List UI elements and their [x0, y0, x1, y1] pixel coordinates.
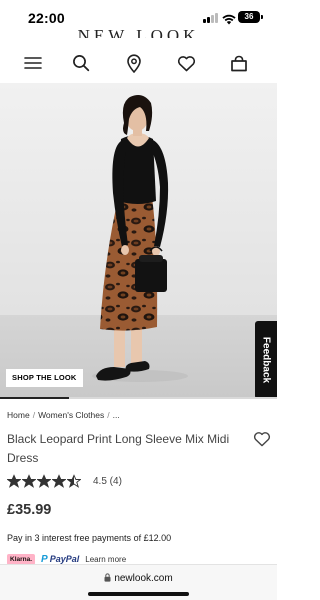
rating-star	[52, 474, 67, 488]
product-rating[interactable]: 4.5 (4)	[7, 473, 122, 489]
store-locator-icon[interactable]	[123, 52, 145, 74]
battery-icon: 36	[238, 11, 263, 23]
model-photo	[0, 83, 277, 397]
breadcrumb: Home / Women's Clothes /...	[7, 410, 120, 420]
paypal-icon: P	[41, 553, 48, 565]
search-icon[interactable]	[70, 52, 92, 74]
shop-the-look-button[interactable]: SHOP THE LOOK	[6, 369, 83, 387]
url-display[interactable]: newlook.com	[0, 573, 277, 584]
rating-summary: 4.5 (4)	[93, 475, 122, 487]
brand-logo-text: NEW LOOK	[77, 28, 200, 38]
lock-icon	[104, 573, 111, 582]
rating-star	[7, 474, 22, 488]
wishlist-icon[interactable]	[175, 52, 197, 74]
breadcrumb-womens-clothes[interactable]: Women's Clothes	[38, 410, 104, 420]
paypal-label: PayPal	[49, 554, 80, 564]
add-to-wishlist-button[interactable]	[252, 430, 272, 448]
signal-icon	[203, 13, 219, 23]
battery-level: 36	[244, 12, 254, 21]
home-indicator[interactable]	[88, 592, 189, 596]
breadcrumb-home[interactable]: Home	[7, 410, 30, 420]
paypal-logo: P PayPal	[41, 554, 79, 565]
wifi-icon	[222, 12, 236, 25]
star-rating	[7, 474, 82, 488]
browser-url-bar[interactable]: newlook.com	[0, 564, 277, 600]
url-text: newlook.com	[114, 573, 173, 584]
rating-star	[67, 474, 82, 488]
breadcrumb-more[interactable]: ...	[113, 410, 120, 420]
klarna-logo: Klarna.	[7, 553, 36, 565]
rating-star	[37, 474, 52, 488]
product-image[interactable]	[0, 83, 277, 397]
product-price: £35.99	[7, 502, 52, 518]
heart-icon	[253, 432, 271, 447]
gallery-progress-fill	[0, 397, 70, 399]
bag-icon[interactable]	[228, 52, 250, 74]
klarna-installments-text: Pay in 3 interest free payments of £12.0…	[7, 533, 172, 543]
status-time: 22:00	[28, 10, 65, 26]
feedback-tab[interactable]: Feedback	[255, 321, 277, 399]
menu-icon[interactable]	[22, 52, 44, 74]
brand-logo[interactable]: NEW LOOK	[0, 28, 277, 38]
nav-bar	[0, 44, 277, 82]
learn-more-link[interactable]: Learn more	[85, 555, 126, 564]
gallery-progress	[0, 397, 277, 399]
product-title: Black Leopard Print Long Sleeve Mix Midi…	[7, 432, 230, 465]
feedback-label: Feedback	[260, 336, 272, 384]
rating-star	[22, 474, 37, 488]
